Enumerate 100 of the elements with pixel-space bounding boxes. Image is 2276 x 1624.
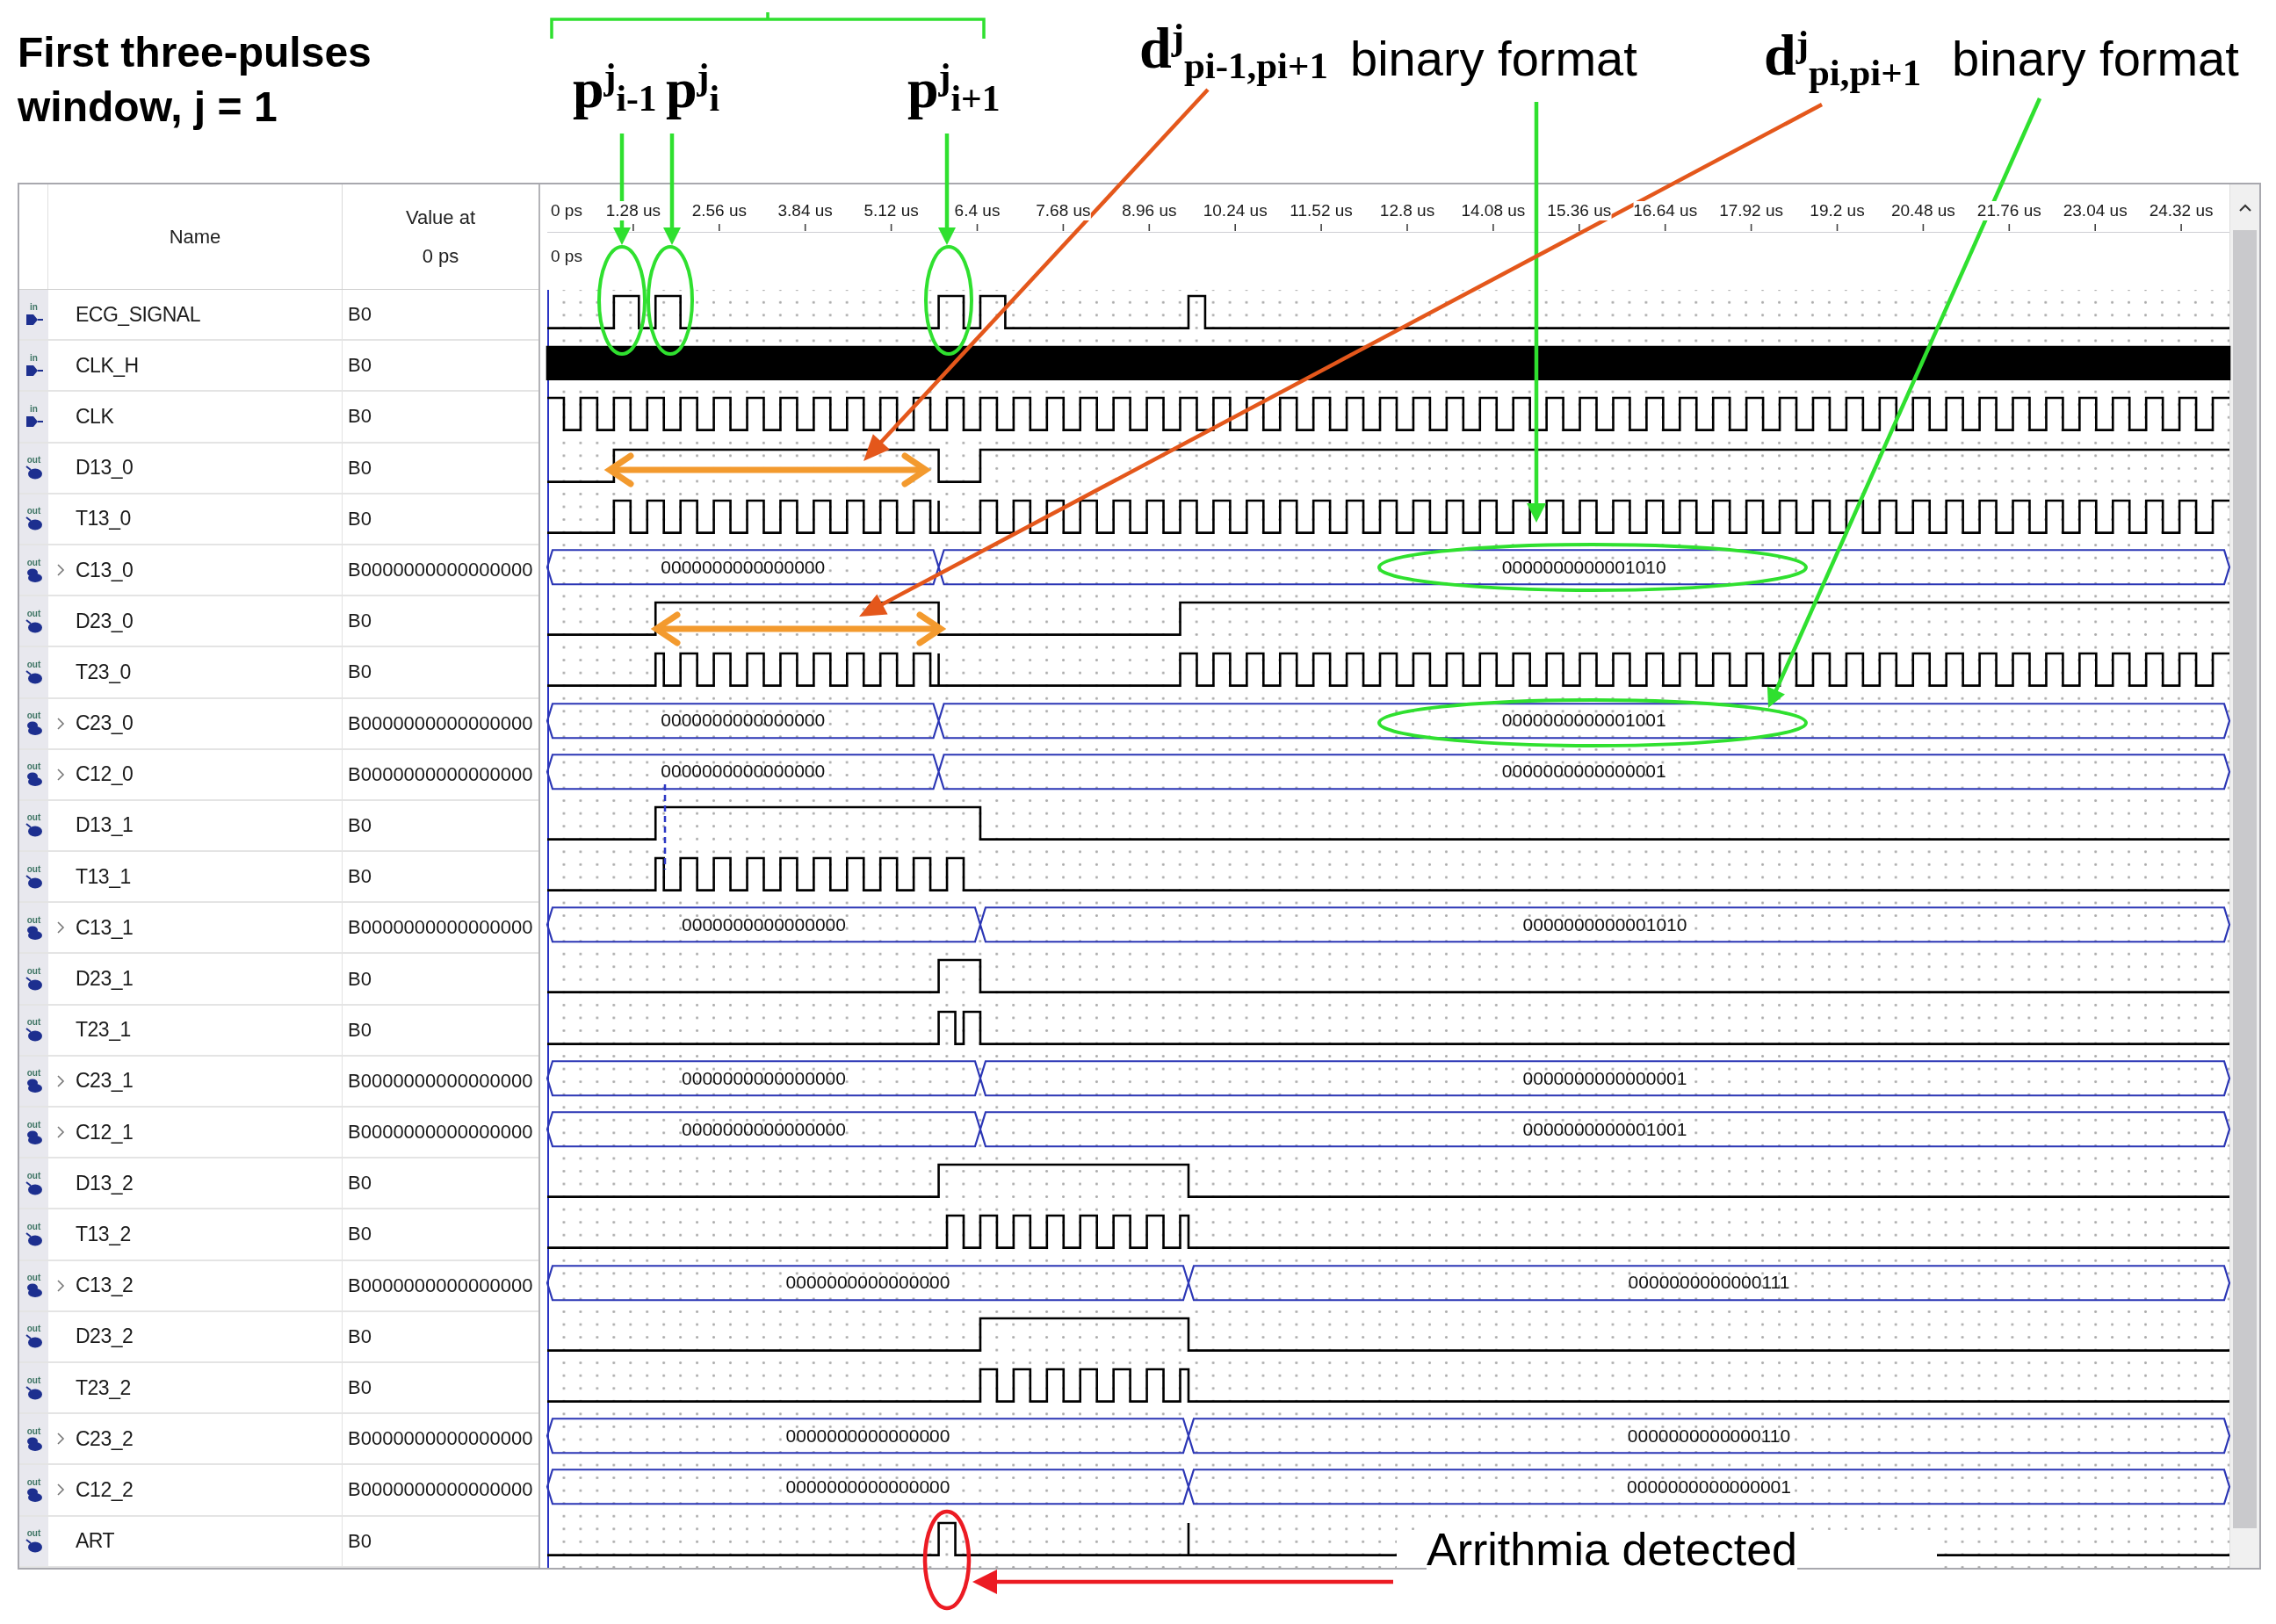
- port-label: out: [26, 1120, 41, 1130]
- bus-port-icon: [25, 925, 43, 940]
- signal-name[interactable]: D23_0: [76, 609, 134, 633]
- output-port-icon: [25, 1180, 43, 1195]
- port-label: out: [26, 660, 41, 669]
- bus-value: 0000000000000111: [1628, 1272, 1790, 1294]
- expand-chevron-icon[interactable]: [55, 768, 66, 781]
- scroll-up-icon[interactable]: [2238, 204, 2251, 212]
- expand-chevron-icon[interactable]: [55, 1433, 66, 1446]
- output-port-icon: [25, 669, 43, 684]
- output-port-icon: [25, 1334, 43, 1349]
- port-label: out: [26, 1171, 41, 1180]
- signal-name[interactable]: T23_1: [76, 1018, 131, 1043]
- signal-name[interactable]: C12_0: [76, 762, 134, 787]
- port-label: out: [26, 1477, 41, 1487]
- signal-name[interactable]: C13_1: [76, 915, 134, 940]
- port-label: out: [26, 915, 41, 925]
- time-ruler-label: 21.76 us: [1976, 201, 2041, 220]
- signal-value: B0: [348, 610, 372, 633]
- signal-name[interactable]: D13_0: [76, 456, 134, 480]
- signal-name[interactable]: C23_2: [76, 1426, 134, 1451]
- bus-value: 0000000000000000: [682, 1067, 846, 1089]
- bus-port-icon: [25, 721, 43, 736]
- output-port-icon: [25, 823, 43, 838]
- bus-value: 0000000000000000: [785, 1476, 950, 1498]
- signal-name[interactable]: C13_0: [76, 558, 134, 582]
- signal-value: B0: [348, 1172, 372, 1195]
- signal-name[interactable]: ECG_SIGNAL: [76, 302, 200, 327]
- signal-name[interactable]: D23_1: [76, 967, 134, 992]
- signal-name[interactable]: T13_1: [76, 864, 131, 889]
- port-label: out: [26, 558, 41, 567]
- signal-value: B0000000000000000: [348, 1121, 533, 1144]
- port-label: out: [26, 967, 41, 977]
- signal-name[interactable]: C12_1: [76, 1120, 134, 1144]
- figure-title: First three-pulses window, j = 1: [18, 28, 372, 132]
- signal-value: B0000000000000000: [348, 916, 533, 940]
- time-ruler-label: 1.28 us: [605, 201, 661, 220]
- scrollbar-thumb[interactable]: [2233, 230, 2257, 1528]
- signal-value: B0000000000000000: [348, 1427, 533, 1451]
- signal-value: B0: [348, 507, 372, 531]
- port-label: out: [26, 507, 41, 516]
- bus-port-icon: [25, 1487, 43, 1502]
- bus-value: 0000000000000000: [785, 1272, 950, 1294]
- signal-name[interactable]: CLK: [76, 404, 114, 429]
- port-label: out: [26, 1529, 41, 1539]
- signal-name[interactable]: C23_0: [76, 711, 134, 736]
- signal-value: B0: [348, 865, 372, 889]
- output-port-icon: [25, 1539, 43, 1554]
- expand-chevron-icon[interactable]: [55, 1074, 66, 1087]
- signal-name[interactable]: T23_0: [76, 660, 131, 684]
- port-label: out: [26, 609, 41, 618]
- signal-value: B0000000000000000: [348, 1274, 533, 1297]
- bus-port-icon: [25, 567, 43, 582]
- signal-name[interactable]: D13_1: [76, 813, 134, 838]
- signal-name[interactable]: T23_2: [76, 1375, 131, 1400]
- signal-name[interactable]: C23_1: [76, 1069, 134, 1093]
- bus-value: 0000000000000000: [661, 761, 826, 783]
- port-label: out: [26, 1222, 41, 1231]
- port-label: out: [26, 456, 41, 466]
- signal-name[interactable]: C12_2: [76, 1477, 134, 1502]
- input-port-icon: [25, 414, 43, 429]
- bus-value: 0000000000001010: [1522, 913, 1687, 935]
- output-port-icon: [25, 1385, 43, 1400]
- signal-name[interactable]: T13_0: [76, 507, 131, 531]
- bus-value: 0000000000000110: [1627, 1425, 1791, 1447]
- port-label: in: [30, 302, 38, 312]
- bus-value: 0000000000001001: [1522, 1118, 1687, 1140]
- output-port-icon: [25, 618, 43, 633]
- signal-value: B0: [348, 1529, 372, 1553]
- signal-value: B0000000000000000: [348, 711, 533, 735]
- signal-name[interactable]: CLK_H: [76, 353, 139, 378]
- signal-name[interactable]: C13_2: [76, 1274, 134, 1298]
- expand-chevron-icon[interactable]: [55, 921, 66, 935]
- signal-value: B0: [348, 405, 372, 429]
- alert-label: Arrithmia detected: [1427, 1527, 1797, 1572]
- expand-chevron-icon[interactable]: [55, 717, 66, 730]
- bus-value: 0000000000000001: [1522, 1067, 1687, 1089]
- expand-chevron-icon[interactable]: [55, 1483, 66, 1497]
- port-label: out: [26, 1324, 41, 1334]
- expand-chevron-icon[interactable]: [55, 1126, 66, 1139]
- column-header: Name: [169, 224, 221, 249]
- column-header: Value at 0 ps: [404, 205, 477, 269]
- signal-name[interactable]: D23_2: [76, 1324, 134, 1349]
- port-label: out: [26, 864, 41, 874]
- signal-value: B0: [348, 813, 372, 837]
- signal-value: B0: [348, 456, 372, 480]
- signal-value: B0000000000000000: [348, 1478, 533, 1502]
- port-label: out: [26, 1375, 41, 1385]
- input-port-icon: [25, 363, 43, 378]
- port-label: out: [26, 1274, 41, 1283]
- bus-value: 0000000000000000: [661, 710, 826, 732]
- bus-port-icon: [25, 772, 43, 787]
- signal-name[interactable]: D13_2: [76, 1171, 134, 1195]
- signal-value: B0: [348, 1018, 372, 1042]
- bus-value: 0000000000000000: [682, 913, 846, 935]
- output-port-icon: [25, 1028, 43, 1043]
- expand-chevron-icon[interactable]: [55, 564, 66, 577]
- expand-chevron-icon[interactable]: [55, 1279, 66, 1292]
- signal-name[interactable]: T13_2: [76, 1222, 131, 1246]
- signal-name[interactable]: ART: [76, 1529, 115, 1554]
